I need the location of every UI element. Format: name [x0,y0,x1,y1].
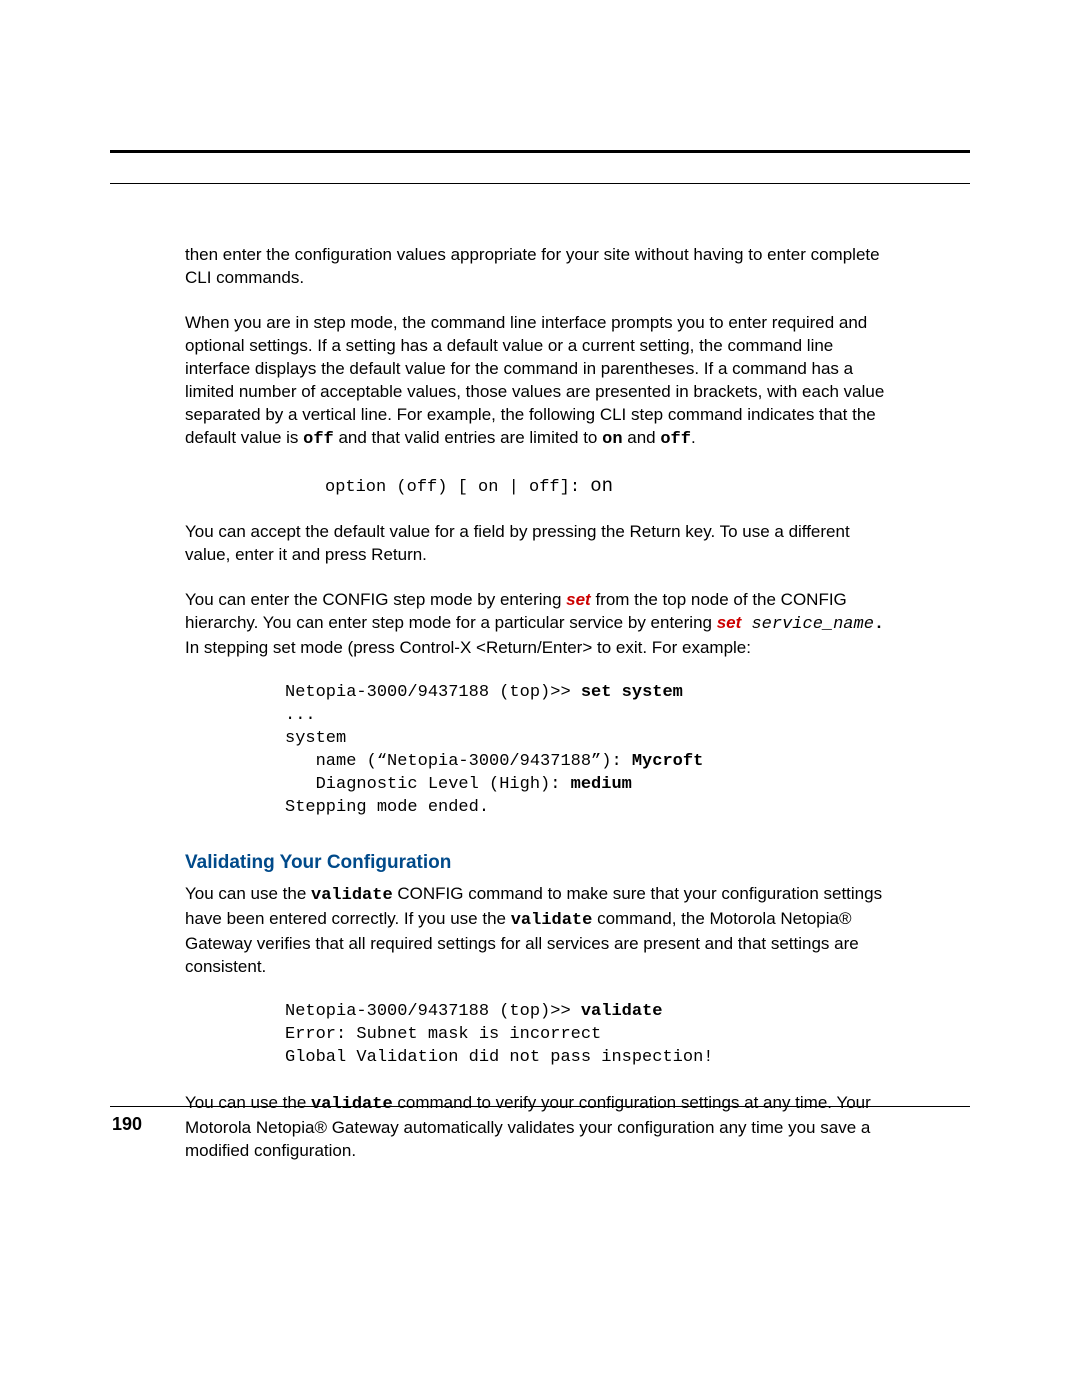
page-container: then enter the configuration values appr… [0,0,1080,1397]
paragraph-validate-anytime: You can use the validate command to veri… [185,1092,895,1163]
code-user-input: Mycroft [632,752,703,771]
code-user-input: on [590,475,613,497]
inline-code-off2: off [660,430,691,449]
footer-rule-container [110,1106,970,1107]
code-text: name (“Netopia-3000/9437188”): [285,752,632,771]
code-line: Global Validation did not pass inspectio… [285,1048,713,1067]
keyword-dot: . [874,615,884,634]
code-line: Error: Subnet mask is incorrect [285,1025,601,1044]
code-user-input: medium [571,775,632,794]
code-line: name (“Netopia-3000/9437188”): Mycroft [285,752,703,771]
paragraph-enter-config: You can enter the CONFIG step mode by en… [185,589,895,660]
code-text: Diagnostic Level (High): [285,775,571,794]
inline-code-off: off [303,430,334,449]
keyword-set-1: set [566,590,591,609]
code-line: Stepping mode ended. [285,798,489,817]
code-text: Netopia-3000/9437188 (top)>> [285,1002,581,1021]
code-option-example: option (off) [ on | off]: on [185,474,895,500]
text: and that valid entries are limited to [334,428,602,447]
text: In stepping set mode (press Control-X <R… [185,638,751,657]
bottom-thin-rule [110,1106,970,1107]
code-line: ... [285,706,316,725]
text: You can use the [185,884,311,903]
keyword-set-2: set [717,613,742,632]
code-line: Netopia-3000/9437188 (top)>> validate [285,1002,662,1021]
section-heading-validating: Validating Your Configuration [185,850,895,876]
keyword-service-name: service_name [741,615,874,634]
page-content: then enter the configuration values appr… [110,184,970,1163]
code-line: Netopia-3000/9437188 (top)>> set system [285,683,683,702]
text: When you are in step mode, the command l… [185,313,884,447]
text: and [623,428,661,447]
text: . [691,428,696,447]
code-text: option (off) [ on | off]: [325,478,590,497]
text: You can enter the CONFIG step mode by en… [185,590,566,609]
code-line: Diagnostic Level (High): medium [285,775,632,794]
inline-code-on: on [602,430,622,449]
paragraph-stepmode: When you are in step mode, the command l… [185,312,895,452]
code-text: Netopia-3000/9437188 (top)>> [285,683,581,702]
code-line: system [285,729,346,748]
paragraph-accept-default: You can accept the default value for a f… [185,521,895,567]
inline-code-validate3: validate [311,1095,393,1114]
page-number: 190 [112,1114,142,1135]
paragraph-intro: then enter the configuration values appr… [185,244,895,290]
paragraph-validate-intro: You can use the validate CONFIG command … [185,883,895,979]
text: You can use the [185,1093,311,1112]
inline-code-validate2: validate [511,911,593,930]
code-user-input: set system [581,683,683,702]
code-user-input: validate [581,1002,663,1021]
code-set-system-example: Netopia-3000/9437188 (top)>> set system … [185,682,895,820]
inline-code-validate: validate [311,886,393,905]
top-thick-rule [110,150,970,153]
code-validate-example: Netopia-3000/9437188 (top)>> validate Er… [185,1001,895,1070]
